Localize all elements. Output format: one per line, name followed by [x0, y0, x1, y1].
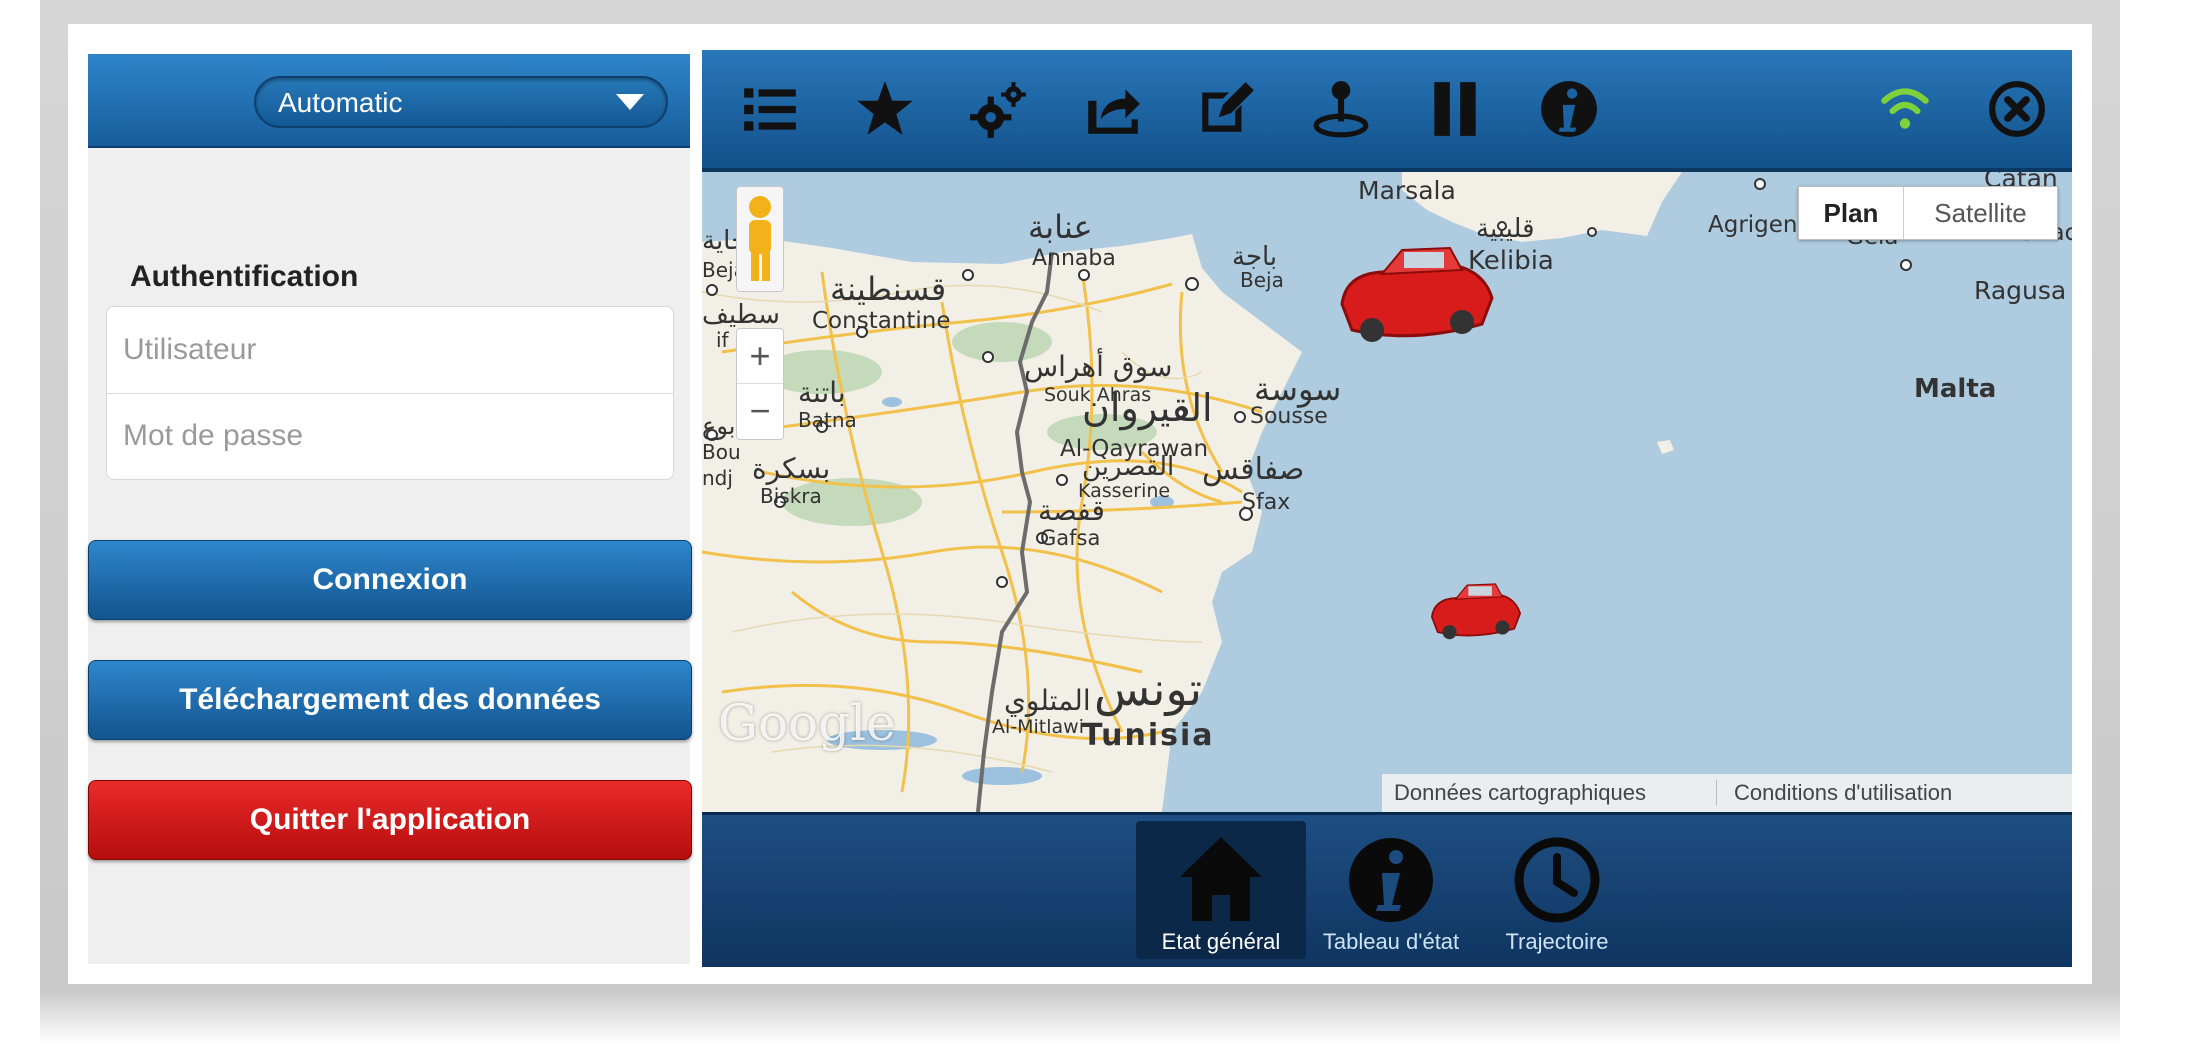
mode-select[interactable]: Automatic: [254, 76, 668, 128]
star-icon[interactable]: [854, 78, 916, 140]
login-header: Automatic: [88, 54, 690, 148]
share-icon[interactable]: [1082, 78, 1144, 140]
map-label-sfax-ar: صفاقس: [1202, 452, 1305, 487]
nav-label-trajectoire: Trajectoire: [1505, 929, 1609, 954]
map-label-malta: Malta: [1914, 374, 1997, 404]
zoom-in-button[interactable]: +: [737, 329, 783, 384]
map-view[interactable]: Marsala Catan Agrigento Gela Sirac Ragus…: [702, 172, 2072, 812]
map-label-batna-ar: باتنة: [798, 376, 846, 409]
map-label-mitlawi-ar: المتلوي: [1004, 684, 1091, 717]
clock-icon: [1514, 837, 1600, 923]
map-label-setif: if: [716, 328, 729, 352]
map-label-kairouan-ar: القيروان: [1082, 386, 1213, 430]
map-label-beja: Beja: [1240, 268, 1284, 292]
home-icon: [1180, 837, 1262, 921]
map-label-biskra: Biskra: [760, 484, 822, 508]
map-label-annaba: Annaba: [1032, 246, 1116, 271]
map-label-annaba-ar: عنابة: [1028, 208, 1093, 246]
map-label-gafsa: Gafsa: [1040, 526, 1101, 550]
info-icon[interactable]: [1538, 78, 1600, 140]
map-label-sfax: Sfax: [1242, 490, 1291, 515]
map-label-constantine-ar: قسنطينة: [830, 270, 947, 308]
map-label-gafsa-ar: قفصة: [1038, 494, 1105, 527]
chevron-down-icon: [616, 94, 644, 110]
map-divider: [1716, 780, 1717, 806]
mode-select-value: Automatic: [278, 87, 403, 118]
map-label-sousse: Sousse: [1250, 404, 1328, 429]
bottom-nav: Etat général Tableau d'état Trajectoire: [702, 812, 2072, 967]
nav-item-trajectoire[interactable]: Trajectoire: [1472, 821, 1642, 959]
tracking-app: Marsala Catan Agrigento Gela Sirac Ragus…: [702, 50, 2072, 967]
quit-button[interactable]: Quitter l'application: [88, 780, 692, 860]
list-icon[interactable]: [740, 78, 802, 140]
map-label-setif-ar: سطيف: [702, 300, 780, 330]
map-label-marsala: Marsala: [1358, 176, 1456, 205]
street-view-pegman[interactable]: [736, 186, 784, 292]
vehicle-marker-group[interactable]: [1332, 234, 1502, 354]
map-label-ndj: ndj: [702, 466, 733, 490]
nav-label-etat-general: Etat général: [1161, 929, 1281, 954]
auth-title: Authentification: [130, 260, 359, 293]
map-label-constantine: Constantine: [812, 308, 951, 334]
map-terms-link[interactable]: Conditions d'utilisation: [1734, 774, 1952, 812]
zoom-out-button[interactable]: −: [737, 384, 783, 438]
gears-icon[interactable]: [968, 78, 1030, 140]
map-data-link[interactable]: Données cartographiques: [1394, 774, 1646, 812]
password-field[interactable]: [121, 413, 655, 459]
pause-icon[interactable]: [1424, 78, 1486, 140]
car-icon: [1340, 246, 1494, 342]
map-label-souk-ahras-ar: سوق أهراس: [1024, 350, 1173, 383]
map-type-control: Plan Satellite: [1798, 186, 2058, 240]
login-form: [106, 306, 674, 480]
joystick-icon[interactable]: [1310, 78, 1372, 140]
pegman-icon: [749, 196, 771, 281]
map-label-batna: Batna: [798, 408, 857, 432]
google-logo: Google: [718, 694, 896, 752]
map-label-kasserine-ar: القصرين: [1082, 452, 1175, 482]
close-icon[interactable]: [1986, 78, 2048, 140]
username-field-wrapper: [107, 307, 673, 394]
car-icon: [1430, 583, 1522, 640]
download-data-button[interactable]: Téléchargement des données: [88, 660, 692, 740]
zoom-control: + −: [736, 328, 784, 440]
map-label-tunisia: Tunisia: [1082, 718, 1215, 753]
username-field[interactable]: [121, 327, 655, 373]
map-type-plan-button[interactable]: Plan: [1799, 187, 1904, 239]
map-attribution: Données cartographiques Conditions d'uti…: [1382, 774, 2072, 812]
map-type-satellite-button[interactable]: Satellite: [1904, 187, 2057, 239]
nav-label-tableau-etat: Tableau d'état: [1322, 929, 1460, 954]
vehicle-marker-single[interactable]: [1426, 574, 1526, 648]
map-label-bou-ar: بوع: [702, 412, 736, 440]
map-label-biskra-ar: بسكرة: [752, 452, 831, 485]
connect-button[interactable]: Connexion: [88, 540, 692, 620]
map-label-bou: Bou: [702, 440, 741, 464]
map-label-tunisia-ar: تونس: [1094, 662, 1203, 716]
page-backdrop-fade: [40, 990, 2120, 1044]
nav-item-tableau-etat[interactable]: Tableau d'état: [1306, 821, 1476, 959]
main-toolbar: [702, 50, 2072, 172]
map-label-ragusa: Ragusa: [1974, 276, 2067, 305]
map-label-mitlawi: Al-Mitlawi: [992, 716, 1084, 738]
nav-item-etat-general[interactable]: Etat général: [1136, 821, 1306, 959]
info-circle-icon: [1349, 838, 1433, 922]
map-label-sousse-ar: سوسة: [1254, 370, 1342, 408]
wifi-icon: [1881, 88, 1929, 129]
password-field-wrapper: [107, 393, 673, 479]
login-panel: Automatic Authentification Connexion Tél…: [88, 54, 692, 964]
edit-icon[interactable]: [1196, 78, 1258, 140]
